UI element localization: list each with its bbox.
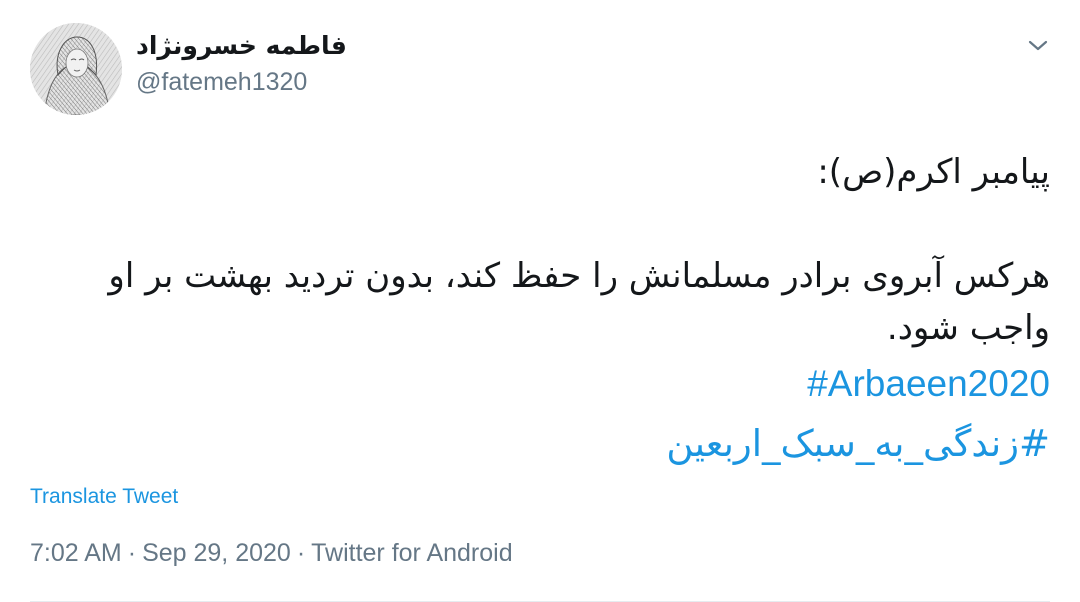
tweet-text: پیامبر اکرم(ص): هرکس آبروی برادر مسلمانش… [40,146,1050,474]
line-break [40,198,1050,250]
avatar[interactable] [30,23,122,115]
tweet-time[interactable]: 7:02 AM [30,539,122,567]
tweet-date[interactable]: Sep 29, 2020 [142,539,291,567]
chevron-down-icon [1028,40,1048,51]
more-options-button[interactable] [1024,33,1052,57]
tweet-card: فاطمه خسرونژاد @fatemeh1320 پیامبر اکرم(… [0,0,1080,602]
tweet-source[interactable]: Twitter for Android [311,539,512,567]
display-name[interactable]: فاطمه خسرونژاد [136,28,396,64]
meta-separator: · [296,539,306,567]
username[interactable]: @fatemeh1320 [136,64,307,100]
tweet-line: هرکس آبروی برادر مسلمانش را حفظ کند، بدو… [108,256,1050,348]
hashtag-link[interactable]: #Arbaeen2020 [40,354,1050,414]
hashtag-link[interactable]: #زندگی_به_سبک_اربعین [40,414,1050,474]
meta-separator: · [127,539,137,567]
tweet-meta: 7:02 AM · Sep 29, 2020 · Twitter for Android [30,535,513,571]
translate-tweet-link[interactable]: Translate Tweet [30,482,178,512]
avatar-image [30,23,122,115]
tweet-line: پیامبر اکرم(ص): [817,152,1050,192]
